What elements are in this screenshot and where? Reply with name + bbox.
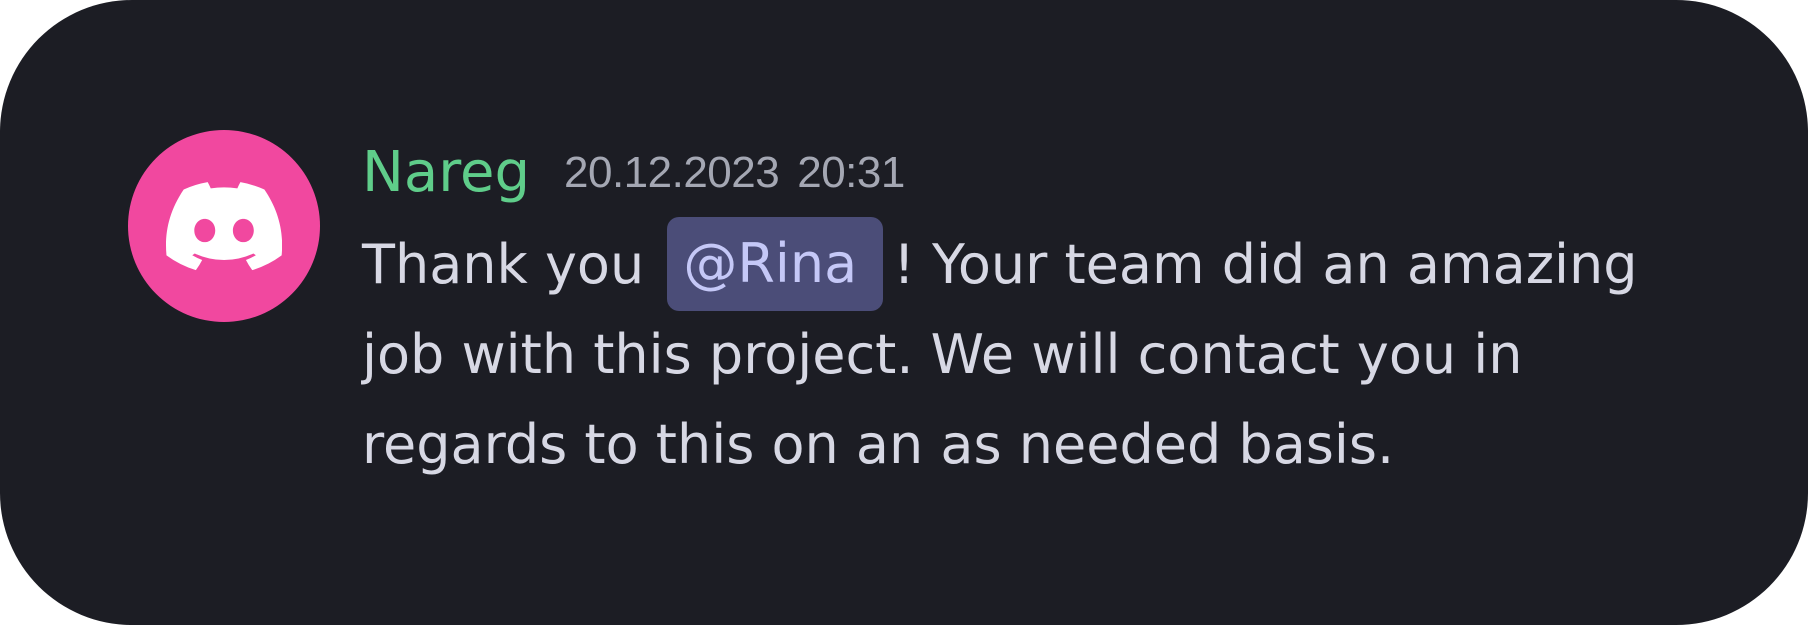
- user-avatar[interactable]: [128, 130, 320, 322]
- message-header: Nareg 20.12.2023 20:31: [362, 140, 905, 206]
- message-text-after-mention: ! Your team did an amazing: [893, 233, 1638, 296]
- timestamp-date: 20.12.2023: [564, 148, 780, 197]
- timestamp: 20.12.2023 20:31: [564, 140, 905, 206]
- user-mention[interactable]: @Rina: [667, 217, 884, 312]
- message-text-before-mention: Thank you: [362, 233, 662, 296]
- message-line-1: Thank you @Rina! Your team did an amazin…: [362, 217, 1662, 312]
- author-name[interactable]: Nareg: [362, 140, 530, 206]
- message-content: Thank you @Rina! Your team did an amazin…: [362, 217, 1662, 490]
- timestamp-time: 20:31: [797, 148, 905, 197]
- message-card: Nareg 20.12.2023 20:31 Thank you @Rina! Y…: [0, 0, 1808, 625]
- discord-logo-icon: [166, 182, 282, 271]
- message-line-3: regards to this on an as needed basis.: [362, 413, 1395, 476]
- message-line-2: job with this project. We will contact y…: [362, 323, 1523, 386]
